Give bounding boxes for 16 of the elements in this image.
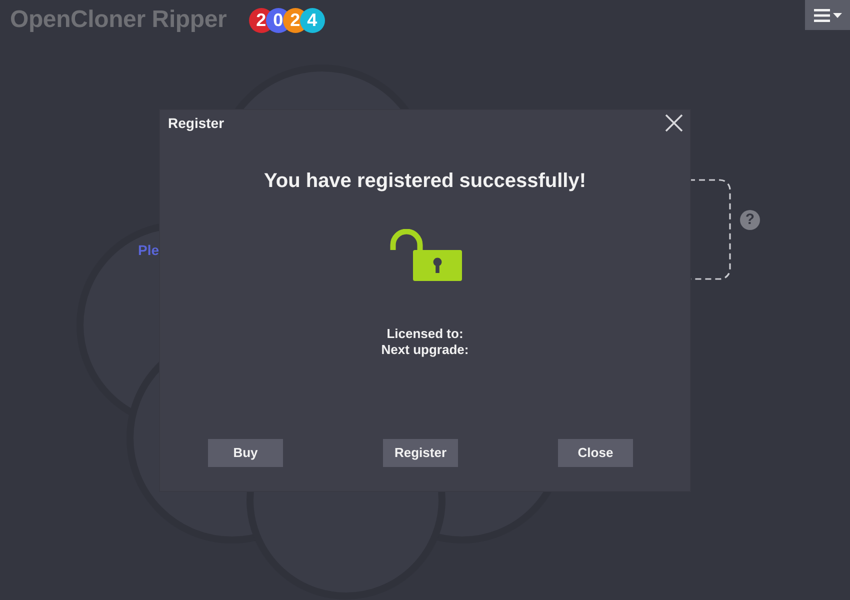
app-title: OpenCloner Ripper: [10, 7, 227, 33]
hamburger-icon: [814, 8, 830, 22]
prompt-text: Ple: [138, 242, 160, 258]
dialog-button[interactable]: Close: [558, 438, 633, 466]
dialog-button[interactable]: Buy: [208, 438, 283, 466]
success-heading: You have registered successfully!: [264, 168, 586, 192]
unlocked-padlock-icon: [390, 228, 462, 280]
dialog-title: Register: [168, 114, 224, 130]
caret-icon: [832, 12, 842, 18]
year-digit: 4: [300, 8, 325, 32]
dialog-button[interactable]: Register: [383, 438, 458, 466]
license-label: Licensed to:: [386, 326, 464, 342]
close-icon: [664, 112, 684, 132]
close-button[interactable]: [664, 112, 684, 132]
license-label: Next upgrade:: [381, 342, 469, 358]
menu-button[interactable]: [805, 0, 850, 30]
